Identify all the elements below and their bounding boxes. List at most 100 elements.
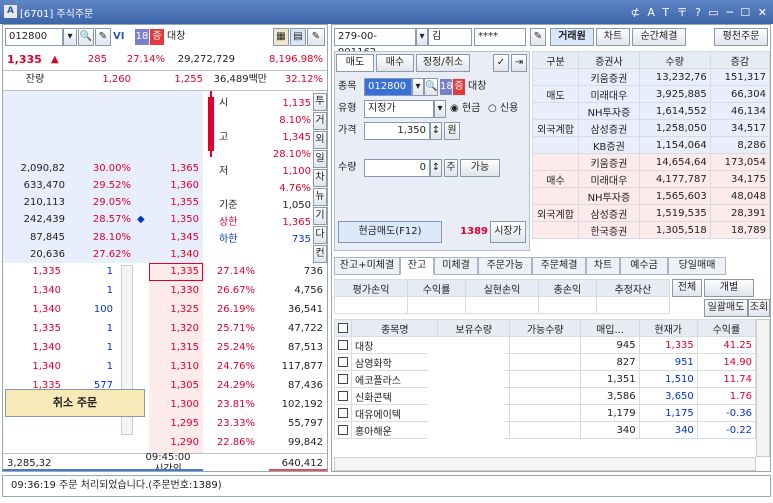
sell-price[interactable] <box>149 108 199 126</box>
sell-all-button[interactable]: 일괄매도 <box>704 299 748 317</box>
buy-price[interactable]: 1,330 <box>151 282 199 300</box>
side-tab-button[interactable]: 컨 <box>313 245 327 263</box>
export-icon[interactable]: ⇥ <box>511 54 527 72</box>
layout-icon[interactable]: ▤ <box>290 28 306 46</box>
buy-price[interactable]: 1,335 <box>151 263 199 281</box>
buy-price[interactable]: 1,310 <box>151 358 199 376</box>
summary-header: 평가손익 <box>333 279 409 297</box>
sell-price[interactable]: 1,365 <box>149 160 199 178</box>
password-input[interactable]: **** <box>474 28 526 46</box>
sell-price[interactable]: 1,340 <box>149 246 199 264</box>
account-dropdown-icon[interactable]: ▾ <box>416 28 428 46</box>
filter-individual-select[interactable]: 개별 <box>704 279 754 297</box>
cash-radio[interactable]: ◉ 현금 <box>450 100 480 118</box>
wrench-icon[interactable]: ✎ <box>530 28 546 46</box>
order-type-select[interactable]: 지정가 <box>364 100 434 118</box>
check-icon[interactable]: ✓ <box>493 54 509 72</box>
bottom-tab[interactable]: 당일매매 <box>668 257 726 275</box>
grid-icon[interactable]: ▦ <box>273 28 289 46</box>
holdings-header[interactable]: 현재가 <box>638 319 698 337</box>
bottom-tab[interactable]: 예수금 <box>620 257 668 275</box>
row-checkbox[interactable] <box>334 404 352 422</box>
sell-price[interactable] <box>149 143 199 161</box>
search-icon[interactable]: 🔍 <box>424 78 438 96</box>
chart-button[interactable]: 차트 <box>596 28 630 46</box>
available-qty-button[interactable]: 가능 <box>460 159 500 177</box>
side-tab-button[interactable]: 외 <box>313 131 327 149</box>
side-tab-button[interactable]: 투 <box>313 93 327 111</box>
row-checkbox[interactable] <box>334 336 352 354</box>
bottom-tab[interactable]: 미체결 <box>434 257 478 275</box>
select-all-checkbox[interactable] <box>334 319 352 337</box>
price-stepper[interactable]: ↕ <box>430 122 442 140</box>
filter-all-select[interactable]: 전체 <box>672 279 702 297</box>
order-qty-input[interactable]: 0 <box>364 159 430 177</box>
holding-row[interactable]: 신화콘텍 3,586 3,650 1.76 <box>334 387 757 405</box>
window-controls[interactable]: ⊄ A T 〒 ? ▭ ─ ☐ ✕ <box>631 4 769 20</box>
stock-code-input[interactable]: 012800 <box>5 28 63 46</box>
bottom-tab[interactable]: 잔고+미체결 <box>334 257 400 275</box>
side-tab-button[interactable]: 뉴 <box>313 188 327 206</box>
cash-sell-submit-button[interactable]: 현금매도(F12) <box>338 221 442 243</box>
holding-row[interactable]: 대창 945 1,335 41.25 <box>334 336 757 354</box>
credit-radio[interactable]: ○ 신용 <box>488 100 518 118</box>
row-checkbox[interactable] <box>334 421 352 439</box>
code-dropdown-icon[interactable]: ▾ <box>63 28 77 46</box>
sell-price[interactable] <box>149 91 199 109</box>
order-tab[interactable]: 매도 <box>336 54 374 72</box>
order-tab[interactable]: 정정/취소 <box>416 54 470 72</box>
side-tab-button[interactable]: 일 <box>313 150 327 168</box>
side-tab-button[interactable]: 거 <box>313 112 327 130</box>
sell-price[interactable]: 1,360 <box>149 177 199 195</box>
buy-price[interactable]: 1,290 <box>151 434 199 452</box>
holding-row[interactable]: 홍아해운 340 340 -0.22 <box>334 421 757 439</box>
holdings-header[interactable]: 종목명 <box>350 319 439 337</box>
buy-price[interactable]: 1,300 <box>151 396 199 414</box>
order-type-dropdown-icon[interactable]: ▾ <box>434 100 446 118</box>
instant-trade-button[interactable]: 순간체결 <box>632 28 686 46</box>
side-tab-button[interactable]: 기 <box>313 207 327 225</box>
bottom-tab[interactable]: 차트 <box>586 257 620 275</box>
wrench-icon[interactable]: ✎ <box>95 28 111 46</box>
qty-stepper[interactable]: ↕ <box>430 159 442 177</box>
order-code-input[interactable]: 012800 <box>364 78 412 96</box>
buy-price[interactable]: 1,320 <box>151 320 199 338</box>
status-bar: 09:36:19 주문 처리되었습니다.(주문번호:1389) <box>2 475 771 497</box>
holding-row[interactable]: 에코플라스 1,351 1,510 11.74 <box>334 370 757 388</box>
sell-price[interactable]: 1,350 <box>149 211 199 229</box>
holdings-header[interactable]: 보유수량 <box>437 319 510 337</box>
side-tab-button[interactable]: 다 <box>313 226 327 244</box>
row-checkbox[interactable] <box>334 387 352 405</box>
order-tab[interactable]: 매수 <box>376 54 414 72</box>
buy-price[interactable]: 1,325 <box>151 301 199 319</box>
sell-price[interactable] <box>149 125 199 143</box>
bottom-tab[interactable]: 주문가능 <box>478 257 532 275</box>
holdings-header[interactable]: 수익률 <box>696 319 757 337</box>
settings-icon[interactable]: ✎ <box>307 28 325 46</box>
holdings-scrollbar[interactable] <box>756 319 770 457</box>
query-button[interactable]: 조회 <box>748 299 770 317</box>
holding-row[interactable]: 대유에이텍 1,179 1,175 -0.36 <box>334 404 757 422</box>
buy-price[interactable]: 1,315 <box>151 339 199 357</box>
bottom-tab[interactable]: 잔고 <box>400 257 434 275</box>
account-input[interactable]: 279-00-001162 <box>334 28 416 58</box>
buy-price[interactable]: 1,305 <box>151 377 199 395</box>
order-price-input[interactable]: 1,350 <box>364 122 430 140</box>
holdings-header[interactable]: 가능수량 <box>508 319 582 337</box>
order-code-dropdown-icon[interactable]: ▾ <box>412 78 424 96</box>
row-checkbox[interactable] <box>334 370 352 388</box>
sell-price[interactable]: 1,345 <box>149 229 199 247</box>
holding-row[interactable]: 삼영화학 827 951 14.90 <box>334 353 757 371</box>
side-tab-button[interactable]: 차 <box>313 169 327 187</box>
sell-price[interactable]: 1,355 <box>149 194 199 212</box>
my-order-price: 1,335 <box>32 266 61 277</box>
bottom-tab[interactable]: 주문체결 <box>532 257 586 275</box>
holdings-h-scrollbar[interactable] <box>334 457 756 471</box>
search-icon[interactable]: 🔍 <box>78 28 94 46</box>
buy-price[interactable]: 1,295 <box>151 415 199 433</box>
holdings-header[interactable]: 매입... <box>580 319 640 337</box>
row-checkbox[interactable] <box>334 353 352 371</box>
balance-order-button[interactable]: 평천주문 <box>714 28 768 46</box>
market-price-button[interactable]: 시장가 <box>490 221 526 243</box>
broker-button[interactable]: 거래원 <box>550 28 594 46</box>
